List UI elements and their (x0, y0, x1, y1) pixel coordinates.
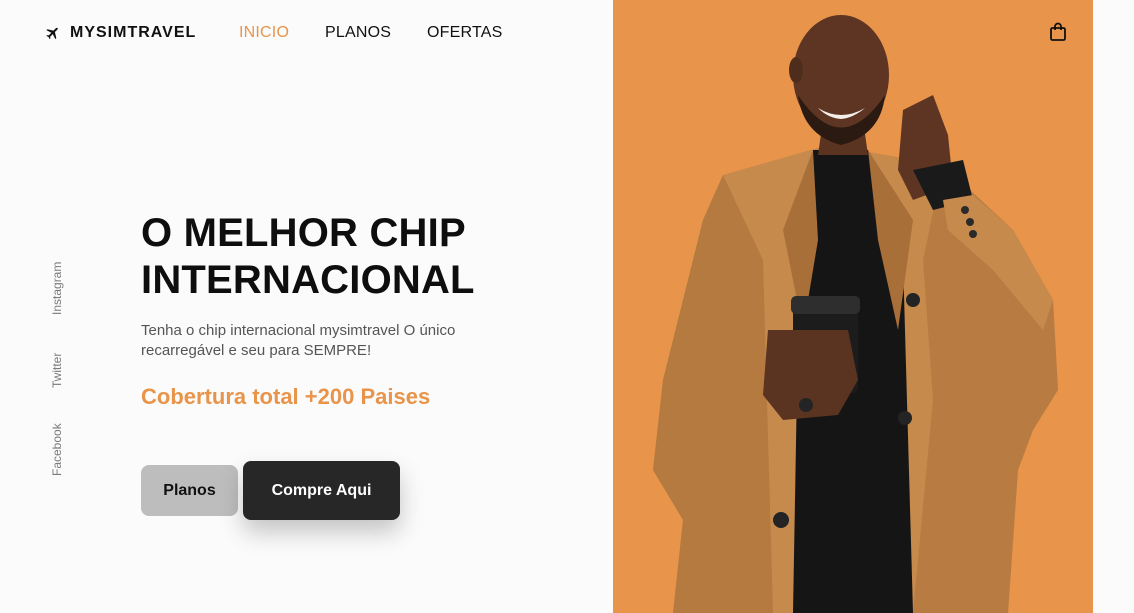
hero-photo-man-with-phone (653, 15, 1058, 613)
nav-item-planos[interactable]: PLANOS (325, 24, 391, 42)
cart-button[interactable] (1049, 22, 1067, 42)
planos-button[interactable]: Planos (141, 465, 238, 516)
hero-image-panel (613, 0, 1093, 613)
hero-title-line-1: O MELHOR CHIP (141, 211, 466, 255)
hero-description: Tenha o chip internacional mysimtravel O… (141, 322, 456, 359)
hero-title-line-2: INTERNACIONAL (141, 258, 475, 302)
nav-item-inicio[interactable]: INICIO (239, 24, 289, 42)
page-right-margin (1093, 0, 1134, 613)
social-link-instagram[interactable]: Instagram (50, 262, 64, 315)
brand-name: MYSIMTRAVEL (70, 24, 197, 41)
brand-logo[interactable]: MYSIMTRAVEL (45, 22, 196, 44)
hero-title: O MELHOR CHIP INTERNACIONAL (141, 210, 475, 304)
social-link-twitter[interactable]: Twitter (50, 353, 64, 388)
nav-item-ofertas[interactable]: OFERTAS (427, 24, 503, 42)
shopping-bag-icon (1050, 22, 1066, 41)
compre-aqui-button[interactable]: Compre Aqui (243, 461, 400, 520)
social-link-facebook[interactable]: Facebook (50, 423, 64, 476)
coverage-highlight: Cobertura total +200 Paises (141, 384, 431, 409)
airplane-icon (46, 27, 58, 40)
